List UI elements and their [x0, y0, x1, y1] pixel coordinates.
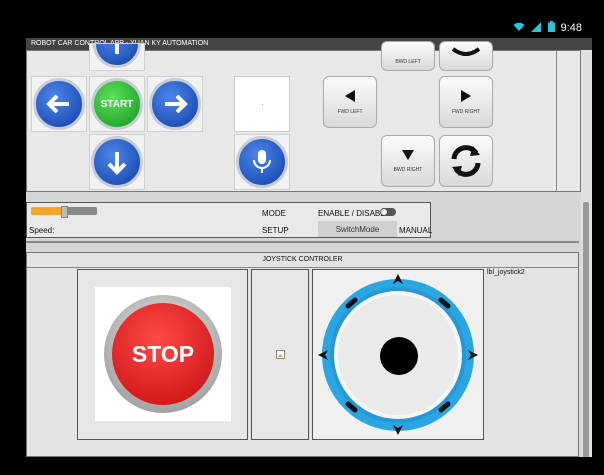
section-divider — [26, 241, 579, 243]
speed-label: Speed: — [29, 226, 55, 235]
stop-button[interactable]: STOP — [112, 303, 214, 405]
rotate-icon — [451, 145, 481, 177]
microphone-icon — [253, 150, 271, 173]
settings-panel: Speed: MODE ENABLE / DISABLE SETUP Switc… — [26, 202, 433, 238]
dpad-start-cell: START — [89, 76, 145, 132]
down-arrow-button[interactable] — [91, 136, 143, 188]
bwd-left-top-label: BWD LEFT — [395, 59, 421, 65]
manual-label: MANUAL — [399, 226, 433, 235]
triangle-left-icon — [345, 90, 355, 102]
speed-slider-fill — [31, 207, 64, 215]
dpad-up-cell — [89, 43, 145, 71]
vertical-scrollbar[interactable] — [581, 50, 592, 457]
scrollbar-thumb[interactable] — [583, 202, 589, 457]
enable-toggle-knob — [381, 209, 387, 215]
switch-mode-label: SwitchMode — [335, 224, 380, 234]
app-screen: ROBOT CAR CONTROL APP - XUAN KY AUTOMATI… — [26, 38, 592, 457]
voice-result-box — [234, 76, 290, 132]
rotate-key[interactable] — [439, 135, 493, 187]
left-arrow-button[interactable] — [33, 78, 85, 130]
panel-divider — [556, 51, 557, 191]
placeholder-image-panel — [251, 269, 309, 440]
joystick-side-label: lbl_joystick2 — [487, 269, 525, 276]
stop-panel: STOP — [77, 269, 248, 440]
stop-button-ring: STOP — [104, 295, 222, 413]
start-label: START — [100, 98, 134, 110]
dpad-left-cell — [31, 76, 87, 132]
triangle-right-icon — [461, 90, 471, 102]
rotate-top-key[interactable] — [439, 41, 493, 71]
fwd-right-label: FWD RIGHT — [451, 109, 481, 115]
rotate-arrows-icon — [451, 47, 481, 56]
navigation-bar — [26, 457, 592, 475]
direction-control-panel: START BWD LEFT FWD LEFT FWD RIGHT BWD RI… — [26, 41, 581, 192]
start-button[interactable]: START — [91, 78, 143, 130]
arrow-up-icon — [115, 44, 119, 54]
mode-label: MODE — [262, 209, 286, 218]
bwd-left-top-key[interactable]: BWD LEFT — [381, 41, 435, 71]
speed-slider-thumb[interactable] — [61, 206, 68, 218]
bwd-right-key[interactable]: BWD RIGHT — [381, 135, 435, 187]
fwd-right-key[interactable]: FWD RIGHT — [439, 76, 493, 128]
fwd-left-key[interactable]: FWD LEFT — [323, 76, 377, 128]
voice-cell — [234, 134, 290, 190]
triangle-down-icon — [402, 150, 414, 160]
stop-label: STOP — [131, 340, 195, 367]
arrow-right-icon — [165, 94, 188, 114]
stop-image-frame: STOP — [95, 287, 231, 421]
right-arrow-button[interactable] — [149, 78, 201, 130]
enable-toggle[interactable] — [380, 208, 396, 216]
dpad-right-cell — [147, 76, 203, 132]
clock: 9:48 — [560, 22, 582, 34]
speed-slider[interactable] — [31, 206, 97, 218]
broken-image-icon — [275, 350, 285, 359]
wifi-icon — [513, 22, 525, 35]
up-arrow-button[interactable] — [93, 44, 141, 68]
arrow-left-icon — [46, 94, 69, 114]
joystick-header: JOYSTICK CONTROLER — [27, 253, 578, 268]
arrow-down-icon — [107, 152, 127, 175]
joystick-panel: JOYSTICK CONTROLER STOP lbl_joystick2 — [26, 252, 579, 457]
setup-label: SETUP — [262, 226, 289, 235]
dpad-down-cell — [89, 134, 145, 190]
joystick-knob[interactable] — [380, 337, 418, 375]
signal-icon — [530, 21, 542, 35]
status-bar: 9:48 — [26, 18, 592, 38]
joystick-area[interactable] — [312, 269, 484, 440]
switch-mode-button[interactable]: SwitchMode — [318, 221, 397, 237]
microphone-button[interactable] — [236, 136, 288, 188]
battery-icon — [547, 21, 555, 35]
bwd-right-label: BWD RIGHT — [393, 167, 423, 173]
tablet-frame: 9:48 ROBOT CAR CONTROL APP - XUAN KY AUT… — [0, 0, 604, 475]
fwd-left-label: FWD LEFT — [337, 109, 363, 115]
